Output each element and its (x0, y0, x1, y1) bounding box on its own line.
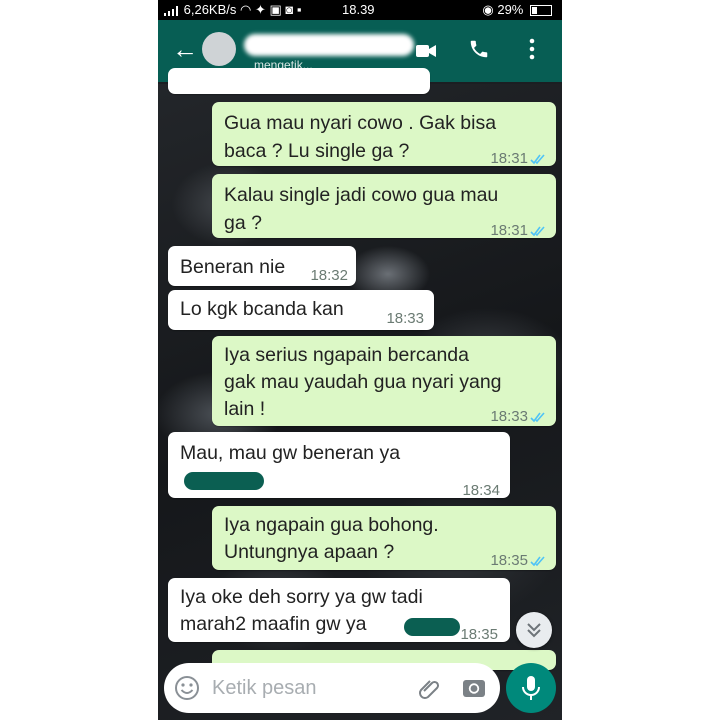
message-text: Gua mau nyari cowo . Gak bisa (224, 112, 497, 134)
status-time: 18.39 (342, 2, 375, 17)
double-check-icon (530, 154, 545, 165)
message-text: marah2 maafin gw ya (180, 613, 367, 635)
status-left: 6,26KB/s ◠ ✦ ▣ ◙ ▪ (164, 2, 301, 18)
message-text: Iya serius ngapain bercanda (224, 344, 469, 366)
message-text: Iya ngapain gua bohong. (224, 514, 439, 536)
avatar[interactable] (202, 32, 236, 66)
redacted-name (404, 618, 460, 636)
status-bar: 6,26KB/s ◠ ✦ ▣ ◙ ▪ 18.39 ◉ 29% (158, 0, 562, 20)
attach-icon[interactable] (416, 675, 442, 701)
message-bubble-outgoing[interactable]: Iya serius ngapain bercanda gak mau yaud… (212, 336, 556, 426)
message-time: 18:31 (490, 222, 528, 239)
message-time: 18:31 (490, 150, 528, 167)
message-bubble-outgoing[interactable]: Kalau single jadi cowo gua mau ga ? 18:3… (212, 174, 556, 239)
message-text: Lo kgk bcanda kan (180, 298, 344, 320)
message-meta: 18:35 (490, 548, 546, 574)
double-check-icon (530, 412, 545, 423)
network-speed: 6,26KB/s (183, 2, 237, 17)
message-text: Untungnya apaan ? (224, 541, 395, 563)
battery-icon (530, 5, 552, 17)
message-time: 18:32 (310, 267, 348, 284)
message-time: 18:33 (490, 408, 528, 425)
signal-icon (164, 5, 180, 16)
message-time: 18:35 (490, 552, 528, 569)
back-arrow-icon[interactable]: ← (172, 36, 198, 62)
message-input[interactable]: Ketik pesan (212, 677, 317, 700)
message-composer[interactable]: Ketik pesan (164, 663, 500, 713)
message-text: lain ! (224, 398, 266, 420)
message-bubble-partial (168, 68, 430, 94)
more-options-icon[interactable] (528, 38, 536, 60)
battery-percent: 29% (497, 2, 524, 17)
message-bubble-incoming[interactable]: Lo kgk bcanda kan 18:33 (168, 290, 434, 330)
redacted-name (184, 472, 264, 490)
phone-screen: 6,26KB/s ◠ ✦ ▣ ◙ ▪ 18.39 ◉ 29% ← mengeti… (158, 0, 562, 720)
message-bubble-outgoing[interactable]: Gua mau nyari cowo . Gak bisa baca ? Lu … (212, 102, 556, 167)
message-meta: 18:33 (490, 404, 546, 430)
message-time: 18:35 (460, 626, 498, 643)
scroll-to-bottom-button[interactable] (516, 612, 552, 648)
status-right: ◉ 29% (482, 2, 552, 18)
emoji-icon[interactable] (174, 675, 200, 701)
double-chevron-down-icon (527, 623, 541, 638)
voice-call-icon[interactable] (468, 38, 490, 60)
message-meta: 18:31 (490, 218, 546, 244)
message-bubble-outgoing[interactable]: Iya ngapain gua bohong. Untungnya apaan … (212, 506, 556, 570)
message-bubble-incoming[interactable]: Mau, mau gw beneran ya 18:34 (168, 432, 510, 499)
double-check-icon (530, 556, 545, 567)
message-text: baca ? Lu single ga ? (224, 140, 410, 162)
microphone-icon (522, 676, 540, 700)
notification-icons: ✦ ▣ ◙ ▪ (254, 2, 302, 17)
message-text: Kalau single jadi cowo gua mau (224, 184, 499, 206)
video-call-icon[interactable] (416, 44, 436, 58)
message-text: gak mau yaudah gua nyari yang (224, 371, 502, 393)
wifi-icon: ◠ (240, 2, 252, 17)
message-bubble-incoming[interactable]: Beneran nie 18:32 (168, 246, 356, 286)
double-check-icon (530, 226, 545, 237)
message-text: Beneran nie (180, 256, 286, 278)
message-text: ga ? (224, 212, 262, 234)
eye-icon: ◉ (482, 2, 494, 17)
camera-icon[interactable] (462, 676, 486, 700)
message-time: 18:33 (386, 310, 424, 327)
message-time: 18:34 (462, 482, 500, 499)
contact-name-redacted[interactable] (244, 34, 414, 56)
message-text: Mau, mau gw beneran ya (180, 442, 401, 464)
voice-message-button[interactable] (506, 663, 556, 713)
message-text: Iya oke deh sorry ya gw tadi (180, 586, 423, 608)
message-meta: 18:31 (490, 146, 546, 172)
message-bubble-incoming[interactable]: Iya oke deh sorry ya gw tadi marah2 maaf… (168, 578, 510, 643)
